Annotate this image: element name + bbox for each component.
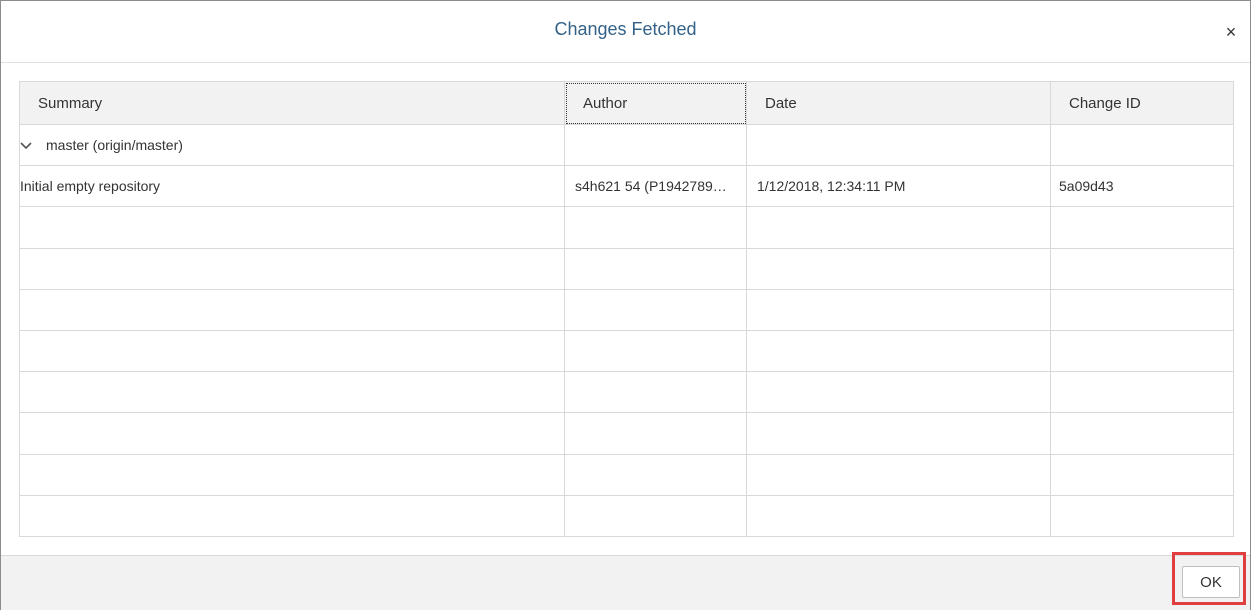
row-change-id: 5a09d43 <box>1050 165 1234 208</box>
branch-summary-cell: master (origin/master) <box>19 124 565 167</box>
close-icon[interactable]: × <box>1222 22 1240 42</box>
empty-row <box>19 248 1234 290</box>
dialog-title: Changes Fetched <box>554 19 697 39</box>
row-date: 1/12/2018, 12:34:11 PM <box>746 165 1051 208</box>
dialog-header: Changes Fetched × <box>1 1 1250 63</box>
changes-fetched-dialog: Changes Fetched × Summary Author Date Ch… <box>0 0 1251 610</box>
branch-date-cell <box>746 124 1051 167</box>
branch-change-id-cell <box>1050 124 1234 167</box>
row-summary: Initial empty repository <box>19 165 565 208</box>
branch-label: master (origin/master) <box>46 137 183 154</box>
empty-row <box>19 289 1234 331</box>
dialog-footer <box>1 555 1250 610</box>
empty-row <box>19 371 1234 414</box>
column-header-author[interactable]: Author <box>564 81 747 125</box>
chevron-down-icon[interactable] <box>20 140 32 152</box>
dialog-content: Summary Author Date Change ID master (or… <box>1 63 1250 554</box>
table-header-row: Summary Author Date Change ID <box>19 81 1234 125</box>
changes-table: Summary Author Date Change ID master (or… <box>19 81 1234 538</box>
column-header-change-id[interactable]: Change ID <box>1050 81 1234 125</box>
ok-button[interactable]: OK <box>1182 566 1240 598</box>
empty-row <box>19 206 1234 249</box>
column-header-date[interactable]: Date <box>746 81 1051 125</box>
empty-row <box>19 330 1234 373</box>
branch-author-cell <box>564 124 747 167</box>
empty-row <box>19 495 1234 538</box>
row-author: s4h621 54 (P1942789… <box>564 165 747 208</box>
table-row[interactable]: Initial empty repository s4h621 54 (P194… <box>19 165 1234 208</box>
empty-row <box>19 454 1234 496</box>
column-header-summary[interactable]: Summary <box>19 81 565 125</box>
branch-row[interactable]: master (origin/master) <box>19 124 1234 167</box>
empty-row <box>19 412 1234 455</box>
